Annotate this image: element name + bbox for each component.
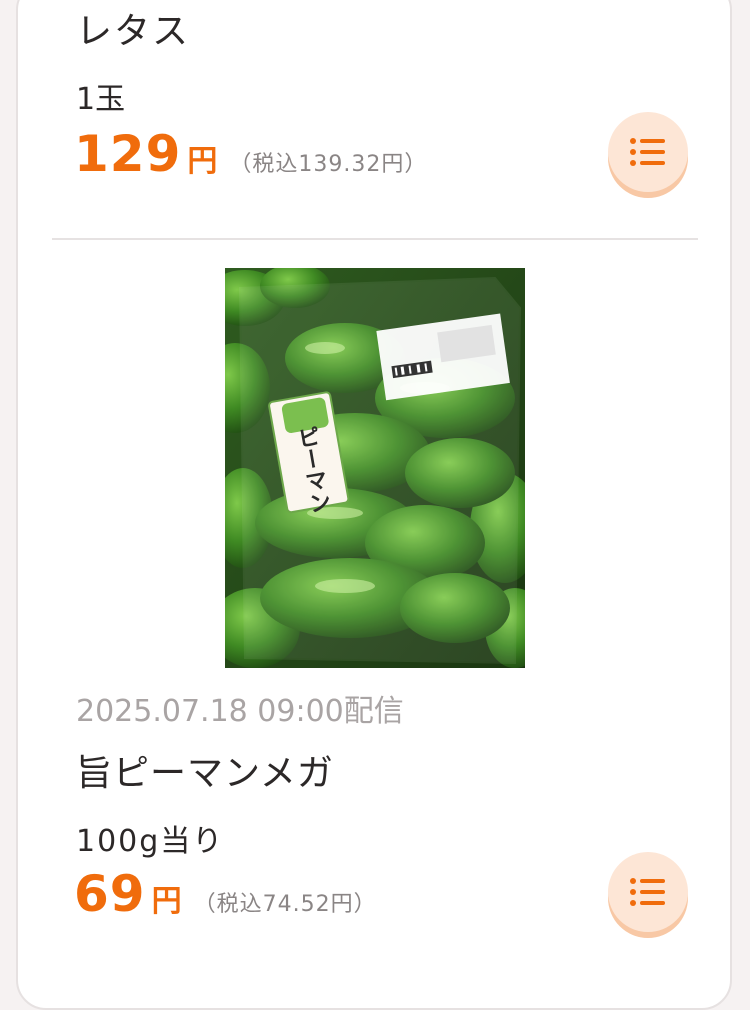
list-icon	[630, 878, 665, 906]
price-currency: 円	[187, 144, 218, 179]
list-icon	[630, 138, 665, 166]
price-row: 69 円 （税込74.52円）	[74, 864, 377, 924]
price-tax-included: （税込74.52円）	[193, 892, 377, 917]
product-name: 旨ピーマンメガ	[76, 753, 334, 794]
list-menu-button[interactable]	[608, 852, 688, 932]
price-value: 129	[74, 125, 182, 183]
list-menu-button[interactable]	[608, 112, 688, 192]
product-unit: 1玉	[76, 82, 126, 117]
product-name: レタス	[76, 11, 191, 52]
price-row: 129 円 （税込139.32円）	[74, 124, 427, 184]
item-divider	[52, 238, 698, 240]
price-value: 69	[74, 865, 146, 923]
price-currency: 円	[151, 884, 182, 919]
product-image[interactable]: ピーマン	[225, 268, 525, 668]
price-tax-included: （税込139.32円）	[229, 152, 428, 177]
delivery-date: 2025.07.18 09:00配信	[76, 694, 404, 729]
product-unit: 100g当り	[76, 824, 225, 859]
